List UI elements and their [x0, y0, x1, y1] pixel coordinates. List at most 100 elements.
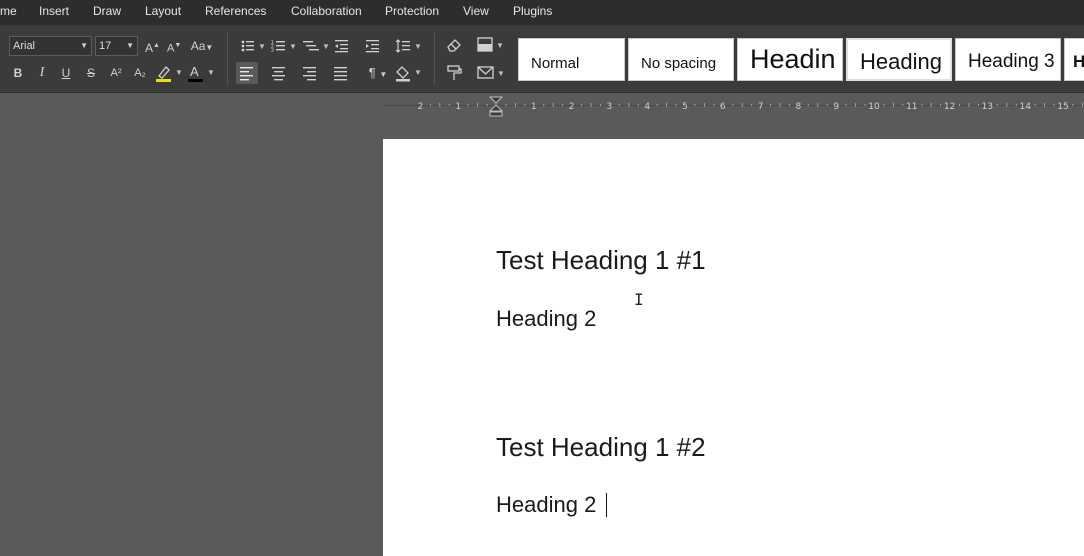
style-heading-3[interactable]: Heading 3	[955, 38, 1061, 81]
menu-draw[interactable]: Draw	[93, 4, 121, 20]
ruler-tick	[1072, 104, 1074, 106]
style-heading-4[interactable]: H	[1064, 38, 1084, 81]
ruler-tick	[883, 104, 885, 106]
align-right-icon	[303, 67, 316, 81]
numbered-list-icon: 1 2 3 ▼	[271, 40, 297, 54]
color-scheme-button[interactable]: ▼	[477, 37, 505, 53]
svg-text:A: A	[190, 64, 199, 79]
superscript-button[interactable]: A²	[107, 65, 125, 81]
editor-window: me Insert Draw Layout References Collabo…	[0, 0, 1084, 556]
svg-text:▼: ▼	[207, 68, 215, 77]
font-color-button[interactable]: A ▼	[187, 63, 217, 83]
paragraph-mark-icon: ¶	[368, 65, 376, 80]
paint-bucket-icon: ▼	[396, 66, 422, 82]
svg-text:▼: ▼	[322, 42, 330, 51]
ruler-number: 11	[906, 102, 917, 112]
document-page[interactable]: Test Heading 1 #1 Heading 2 Test Heading…	[383, 139, 1084, 556]
menu-plugins[interactable]: Plugins	[513, 4, 552, 20]
mail-merge-button[interactable]: ▼	[477, 65, 507, 81]
ruler-tick	[1006, 103, 1008, 107]
italic-button[interactable]: I	[35, 65, 49, 81]
increase-indent-icon	[366, 40, 379, 53]
ruler-tick	[429, 104, 431, 106]
ruler-tick	[902, 104, 904, 106]
style-heading-2[interactable]: Heading	[846, 38, 952, 81]
bold-button[interactable]: B	[11, 65, 25, 81]
paragraph-marks-button[interactable]: ¶ ▼	[364, 65, 392, 83]
ruler-tick	[826, 104, 828, 106]
ruler-tick	[968, 103, 970, 107]
justify-button[interactable]	[333, 66, 349, 82]
ruler-tick	[921, 104, 923, 106]
ruler-tick	[486, 104, 488, 106]
style-normal[interactable]: Normal	[518, 38, 625, 81]
ruler-tick	[864, 104, 866, 106]
ruler-tick	[439, 103, 441, 107]
heading-2-first[interactable]: Heading 2	[496, 306, 596, 332]
ruler-tick	[524, 104, 526, 106]
align-right-button[interactable]	[302, 66, 318, 82]
ruler-tick	[1053, 104, 1055, 106]
underline-icon: U	[61, 66, 71, 80]
ruler-tick	[656, 104, 658, 106]
underline-button[interactable]: U	[59, 65, 73, 81]
ruler-tick	[855, 103, 857, 107]
ruler-tick	[732, 104, 734, 106]
color-scheme-icon: ▼	[477, 37, 504, 52]
indent-marker-icon[interactable]	[489, 96, 503, 118]
style-no-spacing[interactable]: No spacing	[628, 38, 734, 81]
heading-1-second[interactable]: Test Heading 1 #2	[496, 432, 706, 463]
multilevel-list-button[interactable]: ▼	[303, 38, 331, 54]
heading-2-second[interactable]: Heading 2	[496, 492, 596, 518]
subscript-button[interactable]: A₂	[131, 65, 149, 81]
eraser-icon	[447, 39, 461, 52]
ruler-tick	[930, 103, 932, 107]
font-name-select[interactable]: Arial ▼	[9, 36, 92, 56]
shading-button[interactable]: ▼	[394, 64, 424, 82]
svg-text:3: 3	[271, 48, 274, 54]
ruler-tick	[1034, 104, 1036, 106]
ruler-tick	[741, 103, 743, 107]
decrease-font-button[interactable]: A▼	[167, 38, 181, 57]
svg-text:▼: ▼	[497, 69, 505, 78]
align-center-button[interactable]	[271, 66, 287, 82]
bullet-list-icon: ▼	[241, 40, 266, 52]
ruler-tick	[807, 104, 809, 106]
highlight-color-button[interactable]: ▼	[155, 63, 183, 83]
decrease-indent-button[interactable]	[334, 38, 350, 54]
menu-protection[interactable]: Protection	[385, 4, 439, 20]
menu-references[interactable]: References	[205, 4, 266, 20]
menu-layout[interactable]: Layout	[145, 4, 181, 20]
ruler-number: 4	[644, 102, 650, 112]
heading-1-first[interactable]: Test Heading 1 #1	[496, 245, 706, 276]
svg-text:▼: ▼	[414, 42, 422, 51]
increase-font-button[interactable]: A▲	[145, 38, 160, 56]
style-heading-1[interactable]: Headin	[737, 38, 843, 81]
menu-view[interactable]: View	[463, 4, 489, 20]
align-left-button[interactable]	[236, 62, 258, 84]
align-left-icon	[240, 67, 253, 81]
menu-insert[interactable]: Insert	[39, 4, 69, 20]
menu-collaboration[interactable]: Collaboration	[291, 4, 362, 20]
menu-home[interactable]: me	[0, 4, 17, 20]
change-case-button[interactable]: Aa▼	[188, 38, 216, 56]
svg-text:▼: ▼	[496, 41, 504, 50]
increase-indent-button[interactable]	[365, 38, 381, 54]
line-spacing-button[interactable]: ▼	[395, 38, 423, 54]
font-size-value: 17	[99, 40, 112, 52]
ruler-tick	[1081, 103, 1083, 107]
numbered-list-button[interactable]: 1 2 3 ▼	[271, 38, 297, 54]
style-heading-3-label: Heading 3	[968, 51, 1055, 72]
italic-icon: I	[39, 65, 45, 80]
ruler-tick	[694, 104, 696, 106]
ruler-tick	[666, 103, 668, 107]
font-size-select[interactable]: 17 ▼	[95, 36, 138, 56]
strikethrough-button[interactable]: S	[84, 65, 98, 81]
horizontal-ruler[interactable]: 2 1 1 2 3 4 5 6 7 8 9 10 11 12 13 14 15	[383, 96, 1084, 117]
ruler-tick	[978, 104, 979, 106]
copy-style-button[interactable]	[446, 65, 462, 81]
ruler-number: 1	[455, 102, 461, 112]
bullet-list-button[interactable]: ▼	[240, 38, 266, 54]
ruler-tick	[618, 104, 620, 106]
clear-formatting-button[interactable]	[446, 37, 462, 53]
